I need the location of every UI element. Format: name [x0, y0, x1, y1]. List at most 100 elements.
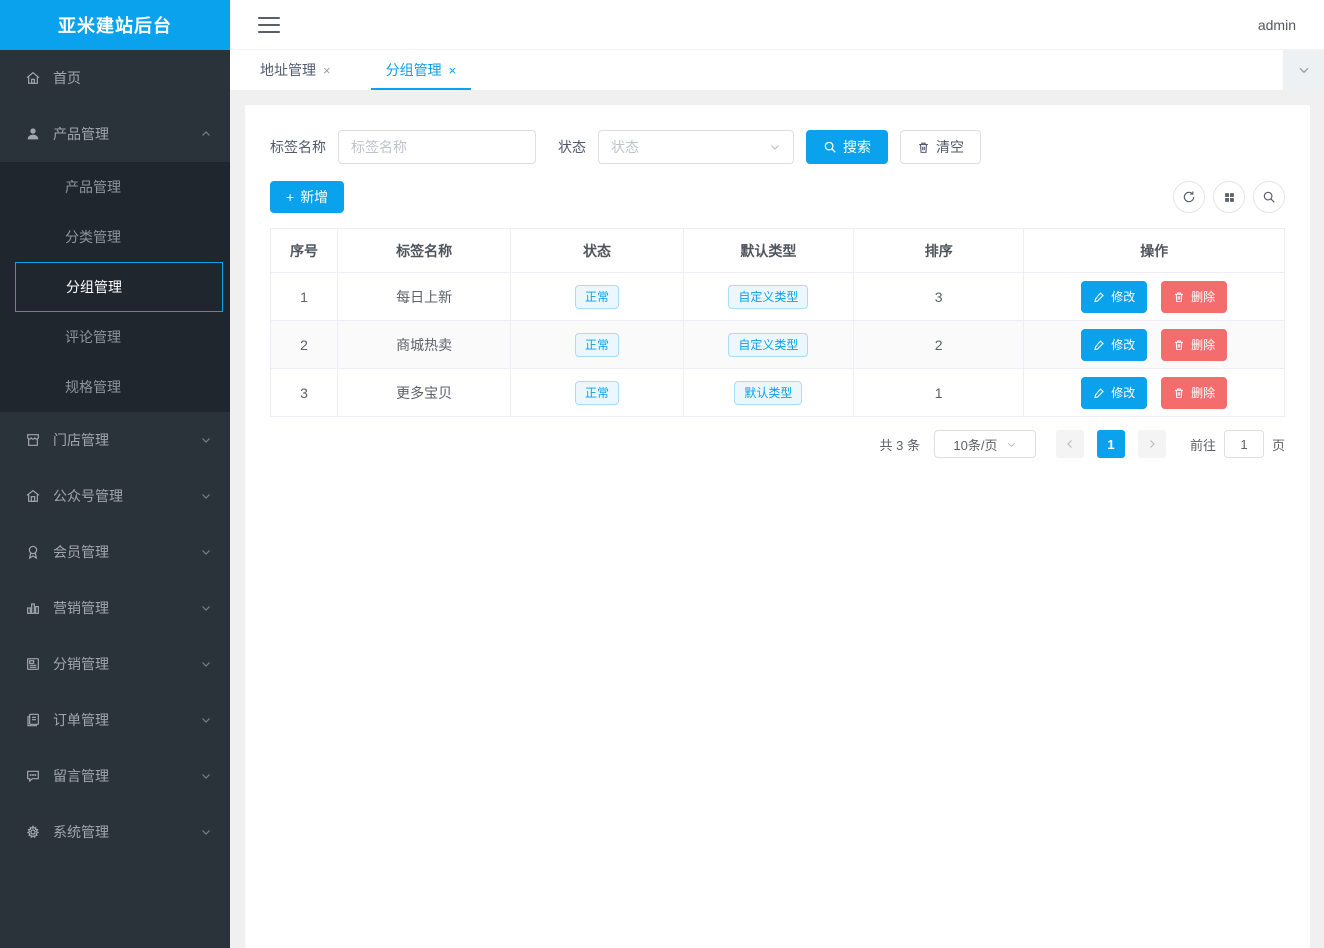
pagination: 共 3 条 10条/页 1 前往 页: [270, 430, 1285, 458]
refresh-button[interactable]: [1173, 181, 1205, 213]
chevron-down-icon: [200, 658, 212, 670]
groups-table: 序号 标签名称 状态 默认类型 排序 操作 1 每日上新 正常 自定义类型 3: [270, 228, 1285, 417]
table-row: 2 商城热卖 正常 自定义类型 2 修改 删除: [271, 321, 1285, 369]
page-size-select[interactable]: 10条/页: [934, 430, 1036, 458]
member-icon: [25, 544, 41, 560]
sidebar-item-system[interactable]: 系统管理: [0, 804, 230, 860]
cell-name: 每日上新: [337, 273, 510, 321]
chevron-down-icon: [200, 490, 212, 502]
submenu-item-category-manage[interactable]: 分类管理: [0, 212, 230, 262]
products-submenu: 产品管理 分类管理 分组管理 评论管理 规格管理: [0, 162, 230, 412]
sidebar-item-official-account[interactable]: 公众号管理: [0, 468, 230, 524]
grid-icon: [1223, 191, 1236, 204]
pencil-icon: [1093, 387, 1105, 399]
sidebar-item-messages[interactable]: 留言管理: [0, 748, 230, 804]
cell-no: 2: [271, 321, 338, 369]
chevron-up-icon: [200, 128, 212, 140]
status-badge: 正常: [575, 333, 619, 357]
tab-actions-dropdown[interactable]: [1283, 50, 1324, 90]
tag-name-input[interactable]: [338, 130, 536, 164]
name-field-label: 标签名称: [270, 137, 326, 157]
delete-button[interactable]: 删除: [1161, 377, 1227, 409]
submenu-item-spec-manage[interactable]: 规格管理: [0, 362, 230, 412]
sidebar-item-label: 首页: [53, 68, 81, 88]
sidebar-item-stores[interactable]: 门店管理: [0, 412, 230, 468]
col-header-actions: 操作: [1024, 229, 1285, 273]
sidebar: 亚米建站后台 首页 产品管理 产品管理 分类管理 分组管理: [0, 0, 230, 948]
close-icon[interactable]: ×: [323, 63, 331, 78]
edit-button[interactable]: 修改: [1081, 377, 1147, 409]
sidebar-item-marketing[interactable]: 营销管理: [0, 580, 230, 636]
tab-address-manage[interactable]: 地址管理 ×: [245, 50, 346, 90]
sidebar-item-label: 留言管理: [53, 766, 109, 786]
sidebar-item-distribution[interactable]: 分销管理: [0, 636, 230, 692]
table-row: 3 更多宝贝 正常 默认类型 1 修改 删除: [271, 369, 1285, 417]
top-header: admin: [230, 0, 1324, 50]
cell-name: 更多宝贝: [337, 369, 510, 417]
sidebar-item-label: 会员管理: [53, 542, 109, 562]
submenu-item-product-manage[interactable]: 产品管理: [0, 162, 230, 212]
search-icon: [1262, 190, 1276, 204]
sidebar-item-members[interactable]: 会员管理: [0, 524, 230, 580]
edit-button[interactable]: 修改: [1081, 329, 1147, 361]
table-header-row: 序号 标签名称 状态 默认类型 排序 操作: [271, 229, 1285, 273]
main-area: admin 地址管理 × 分组管理 × 标签名称 状态 状态: [230, 0, 1324, 948]
jump-page-input[interactable]: [1224, 430, 1264, 458]
gear-icon: [25, 824, 41, 840]
chevron-down-icon: [200, 770, 212, 782]
table-search-button[interactable]: [1253, 181, 1285, 213]
jump-suffix-label: 页: [1272, 435, 1285, 454]
chart-icon: [25, 600, 41, 616]
type-badge: 自定义类型: [728, 333, 808, 357]
cell-sort: 1: [854, 369, 1024, 417]
col-header-type: 默认类型: [683, 229, 853, 273]
type-badge: 默认类型: [734, 381, 802, 405]
chevron-down-icon: [200, 714, 212, 726]
sidebar-item-label: 订单管理: [53, 710, 109, 730]
next-page-button[interactable]: [1138, 430, 1166, 458]
columns-button[interactable]: [1213, 181, 1245, 213]
page-number-active[interactable]: 1: [1097, 430, 1125, 458]
user-icon: [25, 126, 41, 142]
sidebar-item-orders[interactable]: 订单管理: [0, 692, 230, 748]
chevron-down-icon: [200, 434, 212, 446]
status-field-label: 状态: [558, 137, 586, 157]
submenu-item-group-manage[interactable]: 分组管理: [15, 262, 223, 312]
status-select[interactable]: 状态: [598, 130, 794, 164]
edit-button[interactable]: 修改: [1081, 281, 1147, 313]
hamburger-icon[interactable]: [258, 17, 280, 33]
chevron-down-icon: [200, 826, 212, 838]
chevron-down-icon: [1297, 63, 1311, 77]
cell-no: 1: [271, 273, 338, 321]
trash-icon: [917, 141, 930, 154]
toolbar-icons: [1173, 181, 1285, 213]
sidebar-item-products[interactable]: 产品管理: [0, 106, 230, 162]
sidebar-item-home[interactable]: 首页: [0, 50, 230, 106]
search-button[interactable]: 搜索: [806, 130, 888, 164]
delete-button[interactable]: 删除: [1161, 281, 1227, 313]
trash-icon: [1173, 291, 1185, 303]
username[interactable]: admin: [1258, 17, 1296, 33]
cell-no: 3: [271, 369, 338, 417]
add-button[interactable]: + 新增: [270, 181, 344, 213]
chevron-down-icon: [1006, 439, 1017, 450]
clear-button[interactable]: 清空: [900, 130, 981, 164]
jump-prefix-label: 前往: [1190, 435, 1216, 454]
prev-page-button[interactable]: [1056, 430, 1084, 458]
type-badge: 自定义类型: [728, 285, 808, 309]
sidebar-item-label: 产品管理: [53, 124, 109, 144]
message-icon: [25, 768, 41, 784]
content-area: 标签名称 状态 状态 搜索 清空: [230, 90, 1324, 948]
trash-icon: [1173, 387, 1185, 399]
close-icon[interactable]: ×: [449, 63, 457, 78]
cell-sort: 3: [854, 273, 1024, 321]
tab-group-manage[interactable]: 分组管理 ×: [371, 50, 472, 90]
chevron-down-icon: [769, 141, 781, 153]
sidebar-item-label: 门店管理: [53, 430, 109, 450]
order-icon: [25, 712, 41, 728]
table-row: 1 每日上新 正常 自定义类型 3 修改 删除: [271, 273, 1285, 321]
delete-button[interactable]: 删除: [1161, 329, 1227, 361]
col-header-sort: 排序: [854, 229, 1024, 273]
submenu-item-comment-manage[interactable]: 评论管理: [0, 312, 230, 362]
refresh-icon: [1182, 190, 1196, 204]
